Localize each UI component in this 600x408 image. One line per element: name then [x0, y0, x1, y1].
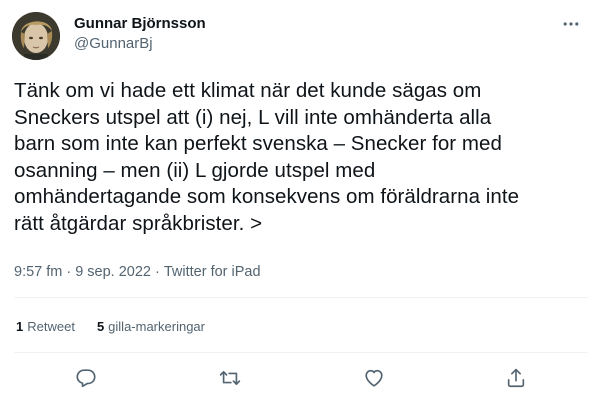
author-handle[interactable]: @GunnarBj: [74, 34, 206, 54]
tweet-text: Tänk om vi hade ett klimat när det kunde…: [14, 79, 520, 235]
retweet-icon: [219, 371, 241, 385]
reply-bubble-icon: [76, 369, 96, 388]
author-display-name[interactable]: Gunnar Björnsson: [74, 14, 206, 34]
retweets-count: 1: [16, 319, 24, 334]
tweet-meta: 9:57 fm · 9 sep. 2022 · Twitter for iPad: [14, 262, 261, 282]
tweet-card: Gunnar Björnsson @GunnarBj Tänk om vi ha…: [0, 0, 600, 408]
share-upload-icon: [507, 368, 525, 388]
meta-separator: ·: [155, 264, 160, 280]
retweets-stat[interactable]: 1 Retweet: [16, 318, 75, 336]
tweet-time[interactable]: 9:57 fm: [14, 264, 62, 280]
more-options-button[interactable]: [556, 12, 586, 36]
avatar-portrait-icon: [12, 12, 60, 60]
retweets-label: Retweet: [27, 319, 75, 334]
like-button[interactable]: [360, 364, 388, 392]
avatar[interactable]: [12, 12, 60, 60]
tweet-header: Gunnar Björnsson @GunnarBj: [12, 10, 588, 62]
retweet-button[interactable]: [216, 364, 244, 392]
likes-label: gilla-markeringar: [108, 319, 205, 334]
more-horizontal-icon: [563, 22, 579, 26]
likes-count: 5: [96, 319, 105, 334]
tweet-stats: 1 Retweet 5 gilla-markeringar: [16, 318, 205, 336]
meta-separator: ·: [66, 264, 72, 280]
heart-icon: [365, 369, 383, 387]
author-names: Gunnar Björnsson @GunnarBj: [74, 14, 206, 54]
share-button[interactable]: [502, 364, 530, 392]
tweet-actions: [14, 364, 588, 392]
divider: [14, 352, 588, 353]
reply-button[interactable]: [72, 364, 100, 392]
tweet-source[interactable]: Twitter for iPad: [164, 264, 261, 280]
tweet-date[interactable]: 9 sep. 2022: [75, 264, 151, 280]
divider: [14, 297, 588, 298]
likes-stat[interactable]: 5 gilla-markeringar: [97, 318, 205, 336]
